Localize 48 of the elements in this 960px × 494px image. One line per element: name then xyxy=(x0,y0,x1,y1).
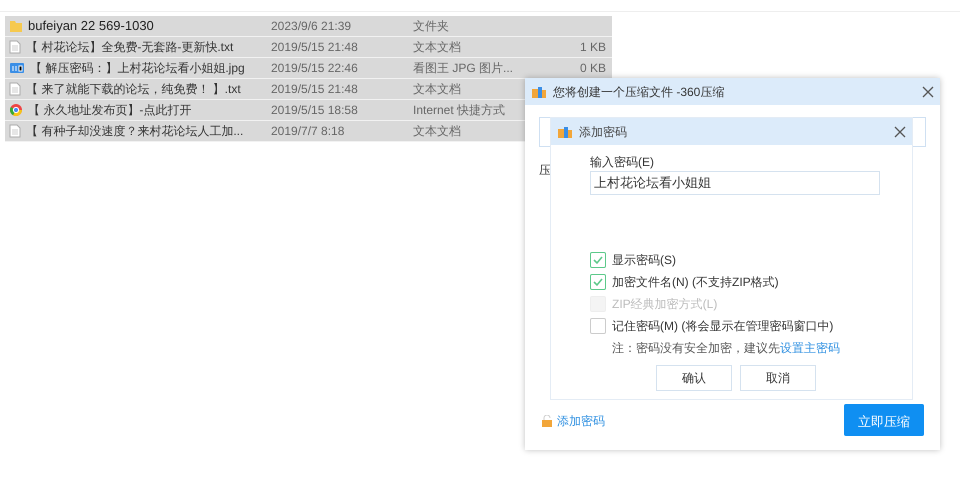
browser-icon xyxy=(9,103,23,117)
file-name: 【 来了就能下载的论坛，纯免费！ 】.txt xyxy=(26,81,241,98)
document-icon xyxy=(9,124,21,138)
file-type: 文本文档 xyxy=(413,39,462,56)
close-icon[interactable] xyxy=(894,126,906,138)
field-label: 压 xyxy=(539,162,551,179)
file-size: 1 KB xyxy=(580,39,606,56)
dialog-button[interactable]: 取消 xyxy=(740,365,816,391)
file-type: 文本文档 xyxy=(413,123,462,140)
checkbox-label: 加密文件名(N) (不支持ZIP格式) xyxy=(612,274,779,291)
file-date: 2019/5/15 18:58 xyxy=(270,102,359,119)
file-date: 2019/5/15 21:48 xyxy=(270,81,359,98)
checkbox-label: 记住密码(M) (将会显示在管理密码窗口中) xyxy=(612,318,834,335)
checkbox[interactable] xyxy=(590,318,606,334)
file-name: 【 解压密码：】上村花论坛看小姐姐.jpg xyxy=(30,60,245,77)
note-text: 注：密码没有安全加密，建议先设置主密码 xyxy=(612,340,841,357)
password-field[interactable]: 上村花论坛看小姐姐 xyxy=(590,171,880,195)
checkbox[interactable] xyxy=(590,274,606,290)
file-name: 【 永久地址发布页】-点此打开 xyxy=(28,102,192,119)
folder-icon xyxy=(9,19,23,33)
file-type: Internet 快捷方式 xyxy=(413,102,506,119)
file-type: 文件夹 xyxy=(413,18,450,35)
lock-icon xyxy=(541,415,553,427)
image-file-icon xyxy=(9,61,25,75)
document-icon xyxy=(9,40,21,54)
checkmark-icon xyxy=(592,276,604,288)
file-name: bufeiyan 22 569-1030 xyxy=(28,17,154,36)
file-date: 2019/5/15 22:46 xyxy=(270,60,359,77)
file-size: 0 KB xyxy=(580,60,606,77)
archive-app-icon xyxy=(557,124,573,138)
file-name: 【 村花论坛】全免费-无套路-更新快.txt xyxy=(26,39,234,56)
file-type: 文本文档 xyxy=(413,81,462,98)
file-row[interactable]: 【 村花论坛】全免费-无套路-更新快.txt 2019/5/15 21:48 文本文档 1 KB xyxy=(5,37,612,58)
checkbox-label: 显示密码(S) xyxy=(612,252,676,269)
dialog-button[interactable]: 确认 xyxy=(656,365,732,391)
file-row[interactable]: bufeiyan 22 569-1030 2023/9/6 21:39 文件夹 xyxy=(5,16,612,37)
close-icon[interactable] xyxy=(922,86,934,98)
checkbox-label: ZIP经典加密方式(L) xyxy=(612,296,718,313)
file-date: 2023/9/6 21:39 xyxy=(270,18,352,35)
file-date: 2019/5/15 21:48 xyxy=(270,39,359,56)
archive-app-icon xyxy=(531,84,547,98)
file-name: 【 有种子却没速度？来村花论坛人工加... xyxy=(26,123,244,140)
checkbox[interactable] xyxy=(590,252,606,268)
file-date: 2019/7/7 8:18 xyxy=(270,123,346,140)
field-label: 输入密码(E) xyxy=(590,154,655,171)
checkmark-icon xyxy=(592,254,604,266)
document-icon xyxy=(9,82,21,96)
file-type: 看图王 JPG 图片... xyxy=(413,60,514,77)
